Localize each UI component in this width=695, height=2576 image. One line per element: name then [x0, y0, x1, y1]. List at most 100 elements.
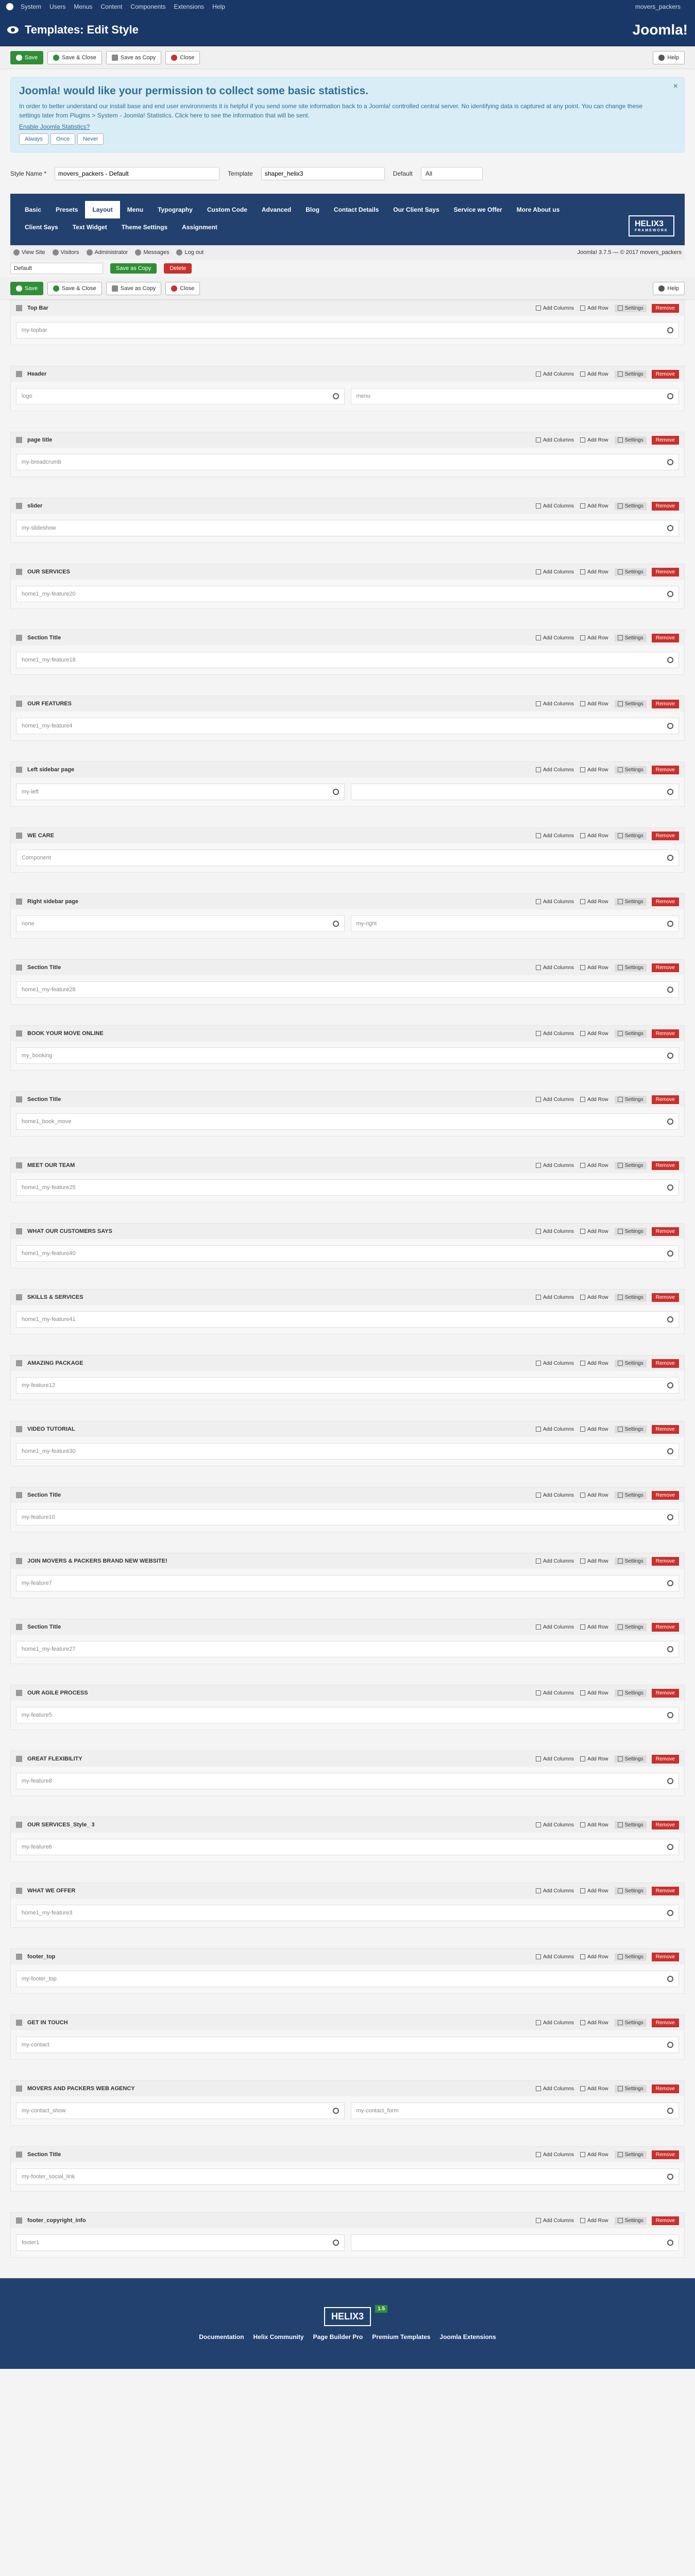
settings-button[interactable]: Settings — [614, 1293, 647, 1301]
remove-button[interactable]: Remove — [651, 699, 679, 708]
help-button[interactable]: Help — [653, 50, 685, 64]
remove-button[interactable]: Remove — [651, 1820, 679, 1829]
column-settings-icon[interactable] — [332, 2240, 339, 2246]
drag-handle-icon[interactable] — [16, 899, 22, 905]
enable-stats-link[interactable]: Enable Joomla Statistics? — [19, 123, 676, 130]
column-settings-icon[interactable] — [667, 855, 673, 861]
style-name-input[interactable] — [55, 167, 220, 180]
layout-save-copy-button[interactable]: Save as Copy — [110, 263, 157, 274]
remove-button[interactable]: Remove — [651, 1886, 679, 1895]
menu-content[interactable]: Content — [100, 3, 122, 10]
settings-button[interactable]: Settings — [614, 1821, 647, 1829]
menu-system[interactable]: System — [21, 3, 41, 10]
remove-button[interactable]: Remove — [651, 1490, 679, 1500]
column-settings-icon[interactable] — [667, 1316, 673, 1323]
settings-button[interactable]: Settings — [614, 766, 647, 774]
add-columns-button[interactable]: Add Columns — [536, 767, 574, 773]
add-columns-button[interactable]: Add Columns — [536, 899, 574, 905]
remove-button[interactable]: Remove — [651, 2084, 679, 2093]
drag-handle-icon[interactable] — [16, 305, 22, 311]
add-row-button[interactable]: Add Row — [580, 1295, 608, 1300]
layout-column[interactable]: home1_my-feature27 — [16, 1641, 679, 1657]
column-settings-icon[interactable] — [667, 393, 673, 399]
add-columns-button[interactable]: Add Columns — [536, 1558, 574, 1564]
drag-handle-icon[interactable] — [16, 1690, 22, 1696]
column-settings-icon[interactable] — [667, 2042, 673, 2048]
layout-column[interactable]: menu — [350, 388, 679, 404]
drag-handle-icon[interactable] — [16, 1162, 22, 1168]
add-row-button[interactable]: Add Row — [580, 306, 608, 311]
close-button[interactable]: Close — [165, 50, 200, 64]
settings-button[interactable]: Settings — [614, 568, 647, 576]
column-settings-icon[interactable] — [667, 1250, 673, 1257]
remove-button[interactable]: Remove — [651, 633, 679, 642]
settings-button[interactable]: Settings — [614, 1557, 647, 1565]
column-settings-icon[interactable] — [667, 921, 673, 927]
add-columns-button[interactable]: Add Columns — [536, 1822, 574, 1828]
drag-handle-icon[interactable] — [16, 701, 22, 707]
remove-button[interactable]: Remove — [651, 369, 679, 379]
settings-button[interactable]: Settings — [614, 2150, 647, 2159]
layout-column[interactable]: my-feature12 — [16, 1377, 679, 1394]
layout-column[interactable]: home1_my-feature41 — [16, 1311, 679, 1328]
add-columns-button[interactable]: Add Columns — [536, 503, 574, 509]
layout-column[interactable]: my-feature8 — [16, 1773, 679, 1789]
add-row-button[interactable]: Add Row — [580, 437, 608, 443]
column-settings-icon[interactable] — [667, 1184, 673, 1191]
remove-button[interactable]: Remove — [651, 1029, 679, 1038]
column-settings-icon[interactable] — [667, 1712, 673, 1718]
drag-handle-icon[interactable] — [16, 1360, 22, 1366]
column-settings-icon[interactable] — [667, 459, 673, 465]
layout-column[interactable]: my-feature7 — [16, 1575, 679, 1591]
menu-components[interactable]: Components — [130, 3, 165, 10]
settings-button[interactable]: Settings — [614, 370, 647, 378]
column-settings-icon[interactable] — [667, 657, 673, 663]
save-button[interactable]: Save — [10, 50, 44, 64]
column-settings-icon[interactable] — [667, 1053, 673, 1059]
remove-button[interactable]: Remove — [651, 1359, 679, 1368]
column-settings-icon[interactable] — [667, 2240, 673, 2246]
add-row-button[interactable]: Add Row — [580, 503, 608, 509]
tab-basic[interactable]: Basic — [18, 201, 48, 218]
remove-button[interactable]: Remove — [651, 2150, 679, 2159]
layout-column[interactable]: my-contact_show — [16, 2103, 345, 2119]
remove-button[interactable]: Remove — [651, 1425, 679, 1434]
footer-link-premium-templates[interactable]: Premium Templates — [372, 2333, 430, 2341]
drag-handle-icon[interactable] — [16, 1492, 22, 1498]
add-row-button[interactable]: Add Row — [580, 2086, 608, 2092]
layout-column[interactable]: home1_my-feature25 — [16, 1179, 679, 1196]
column-settings-icon[interactable] — [667, 987, 673, 993]
add-columns-button[interactable]: Add Columns — [536, 1361, 574, 1366]
settings-button[interactable]: Settings — [614, 1359, 647, 1367]
column-settings-icon[interactable] — [667, 1118, 673, 1125]
add-columns-button[interactable]: Add Columns — [536, 1624, 574, 1630]
menu-users[interactable]: Users — [49, 3, 65, 10]
layout-column[interactable]: home1_my-feature20 — [16, 586, 679, 602]
tab-blog[interactable]: Blog — [298, 201, 327, 218]
layout-column[interactable]: home1_my-feature3 — [16, 1905, 679, 1921]
add-columns-button[interactable]: Add Columns — [536, 2020, 574, 2026]
settings-button[interactable]: Settings — [614, 897, 647, 906]
once-button[interactable]: Once — [50, 133, 76, 145]
drag-handle-icon[interactable] — [16, 1096, 22, 1103]
add-row-button[interactable]: Add Row — [580, 1954, 608, 1960]
remove-button[interactable]: Remove — [651, 897, 679, 906]
add-row-button[interactable]: Add Row — [580, 2020, 608, 2026]
drag-handle-icon[interactable] — [16, 1030, 22, 1037]
layout-column[interactable]: logo — [16, 388, 345, 404]
settings-button[interactable]: Settings — [614, 2216, 647, 2225]
column-settings-icon[interactable] — [667, 2108, 673, 2114]
add-row-button[interactable]: Add Row — [580, 701, 608, 707]
add-row-button[interactable]: Add Row — [580, 767, 608, 773]
column-settings-icon[interactable] — [332, 2108, 339, 2114]
tab-custom-code[interactable]: Custom Code — [200, 201, 255, 218]
column-settings-icon[interactable] — [667, 525, 673, 531]
tab-client-says[interactable]: Client Says — [18, 218, 65, 236]
add-columns-button[interactable]: Add Columns — [536, 306, 574, 311]
remove-button[interactable]: Remove — [651, 501, 679, 511]
tab-typography[interactable]: Typography — [150, 201, 200, 218]
layout-column[interactable]: home1_my-feature4 — [16, 718, 679, 734]
column-settings-icon[interactable] — [667, 1448, 673, 1454]
column-settings-icon[interactable] — [667, 327, 673, 333]
never-button[interactable]: Never — [77, 133, 104, 145]
